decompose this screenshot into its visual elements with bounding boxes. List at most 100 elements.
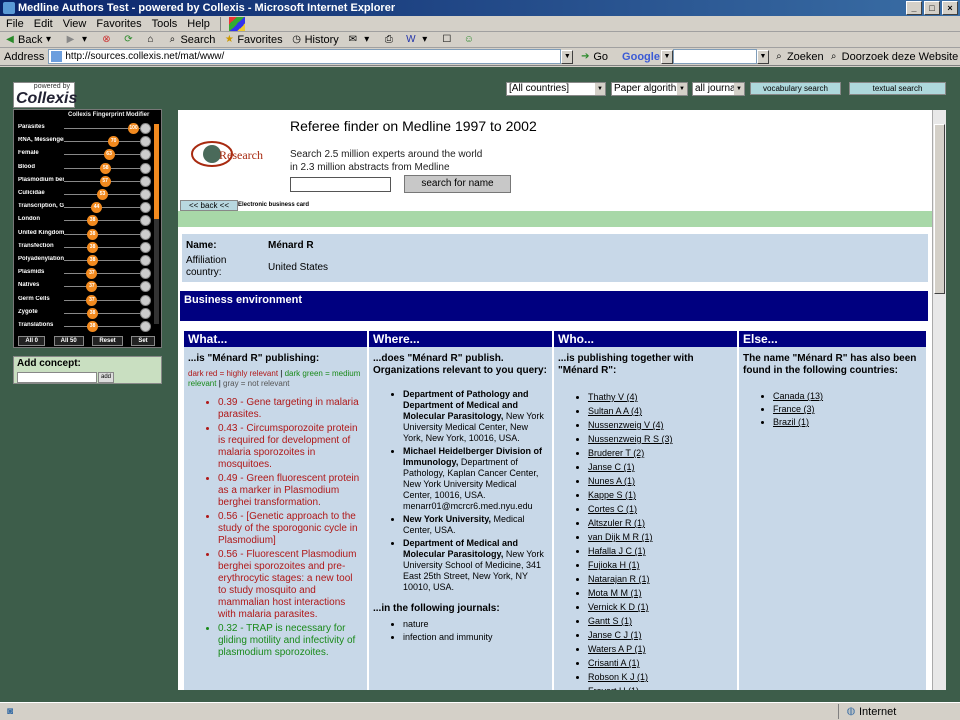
coauthor-link[interactable]: Crisanti A (1) xyxy=(588,658,640,668)
name-search-input[interactable] xyxy=(290,177,391,192)
address-input[interactable]: http://sources.collexis.net/mat/www/ xyxy=(48,49,562,64)
messenger-button[interactable]: ☺ xyxy=(463,34,477,46)
fingerprint-slider-track[interactable] xyxy=(64,233,144,235)
coauthor-link[interactable]: Fujioka H (1) xyxy=(588,560,640,570)
fingerprint-row-toggle[interactable] xyxy=(140,189,151,200)
dropdown-arrow-icon[interactable]: ▾ xyxy=(42,34,54,46)
menu-view[interactable]: View xyxy=(63,18,87,30)
fingerprint-row-toggle[interactable] xyxy=(140,294,151,306)
coauthor-link[interactable]: Natarajan R (1) xyxy=(588,574,650,584)
mail-button[interactable]: ✉ ▾ xyxy=(347,34,375,46)
doorzoek-button[interactable]: ⌕ Doorzoek deze Website xyxy=(828,51,958,63)
fingerprint-slider-knob[interactable]: 70 xyxy=(108,136,120,148)
fingerprint-row-toggle[interactable] xyxy=(140,321,151,332)
fingerprint-row-toggle[interactable] xyxy=(140,175,151,187)
google-dropdown-icon[interactable]: ▼ xyxy=(660,49,673,64)
search-button[interactable]: ⌕ Search xyxy=(166,34,216,46)
google-search-input[interactable] xyxy=(672,49,757,64)
journals-select[interactable]: all journa ▼ xyxy=(692,82,745,96)
zoeken-button[interactable]: ⌕ Zoeken xyxy=(773,51,824,63)
fingerprint-slider-track[interactable] xyxy=(64,220,144,222)
google-input-dropdown-icon[interactable]: ▼ xyxy=(756,49,769,64)
fingerprint-slider-knob[interactable]: 57 xyxy=(99,175,111,187)
fingerprint-slider-knob[interactable]: 37 xyxy=(86,268,98,280)
textual-search-button[interactable]: textual search xyxy=(849,82,946,95)
print-button[interactable]: ⎙ xyxy=(383,34,397,46)
fingerprint-row-toggle[interactable] xyxy=(140,202,151,214)
maximize-button[interactable]: □ xyxy=(924,1,940,15)
search-for-name-button[interactable]: search for name xyxy=(404,175,511,193)
fingerprint-row-toggle[interactable] xyxy=(140,255,151,266)
back-button[interactable]: ◀ Back ▾ xyxy=(4,34,56,46)
fingerprint-row-toggle[interactable] xyxy=(140,215,151,227)
all-50-button[interactable]: All 50 xyxy=(53,336,84,346)
fingerprint-slider-track[interactable] xyxy=(64,141,144,143)
stop-button[interactable]: ⊗ xyxy=(100,34,114,46)
go-button[interactable]: ➔ Go xyxy=(579,51,608,63)
coauthor-link[interactable]: Hafalla J C (1) xyxy=(588,546,646,556)
fingerprint-slider-track[interactable] xyxy=(64,312,144,314)
vocabulary-search-button[interactable]: vocabulary search xyxy=(750,82,841,95)
all-0-button[interactable]: All 0 xyxy=(18,336,45,346)
fingerprint-slider-knob[interactable]: 63 xyxy=(103,149,115,161)
fingerprint-slider-track[interactable] xyxy=(64,286,144,288)
coauthor-link[interactable]: Nussenzweig V (4) xyxy=(588,420,664,430)
menu-edit[interactable]: Edit xyxy=(34,18,53,30)
fingerprint-scroll-thumb[interactable] xyxy=(154,124,159,219)
edit-button[interactable]: W ▾ xyxy=(405,34,433,46)
home-button[interactable]: ⌂ xyxy=(144,34,158,46)
fingerprint-row-toggle[interactable] xyxy=(140,228,151,240)
fingerprint-slider-track[interactable] xyxy=(64,246,144,248)
address-dropdown-icon[interactable]: ▼ xyxy=(561,49,574,64)
dropdown-arrow-icon[interactable]: ▾ xyxy=(419,34,431,46)
fingerprint-row-toggle[interactable] xyxy=(140,241,151,253)
menu-tools[interactable]: Tools xyxy=(152,18,178,30)
fingerprint-slider-knob[interactable]: 37 xyxy=(86,294,98,306)
coauthor-link[interactable]: Vernick K D (1) xyxy=(588,602,649,612)
coauthor-link[interactable]: Nussenzweig R S (3) xyxy=(588,434,673,444)
coauthor-link[interactable]: Frevert U (1) xyxy=(588,686,639,690)
fingerprint-slider-knob[interactable]: 37 xyxy=(86,281,98,293)
coauthor-link[interactable]: Mota M M (1) xyxy=(588,588,642,598)
algorithm-select[interactable]: Paper algorith ▼ xyxy=(611,82,688,96)
fingerprint-slider-knob[interactable]: 38 xyxy=(87,255,99,266)
country-link[interactable]: Canada (13) xyxy=(773,391,823,401)
fingerprint-slider-knob[interactable]: 58 xyxy=(100,162,112,174)
refresh-button[interactable]: ⟳ xyxy=(122,34,136,46)
fingerprint-slider-knob[interactable]: 100 xyxy=(128,123,139,134)
coauthor-link[interactable]: Cortes C (1) xyxy=(588,504,637,514)
discuss-button[interactable]: ☐ xyxy=(441,34,455,46)
dropdown-arrow-icon[interactable]: ▾ xyxy=(78,34,90,46)
minimize-button[interactable]: _ xyxy=(906,1,922,15)
menu-favorites[interactable]: Favorites xyxy=(96,18,141,30)
publication-item[interactable]: 0.32 - TRAP is necessary for gliding mot… xyxy=(218,623,363,659)
coauthor-link[interactable]: Robson K J (1) xyxy=(588,672,648,682)
country-link[interactable]: France (3) xyxy=(773,404,815,414)
fingerprint-slider-knob[interactable]: 38 xyxy=(87,307,99,319)
coauthor-link[interactable]: Bruderer T (2) xyxy=(588,448,644,458)
publication-item[interactable]: 0.56 - [Genetic approach to the study of… xyxy=(218,511,363,547)
publication-item[interactable]: 0.49 - Green fluorescent protein as a ma… xyxy=(218,473,363,509)
favorites-button[interactable]: ★ Favorites xyxy=(223,34,283,46)
publication-item[interactable]: 0.43 - Circumsporozoite protein is requi… xyxy=(218,423,363,471)
fingerprint-slider-knob[interactable]: 38 xyxy=(87,321,99,332)
fingerprint-slider-knob[interactable]: 53 xyxy=(96,189,108,200)
coauthor-link[interactable]: Altszuler R (1) xyxy=(588,518,645,528)
country-select[interactable]: [All countries] ▼ xyxy=(506,82,606,96)
coauthor-link[interactable]: Nunes A (1) xyxy=(588,476,635,486)
fingerprint-row-toggle[interactable] xyxy=(140,281,151,293)
set-button[interactable]: Set xyxy=(131,336,155,346)
fingerprint-slider-track[interactable] xyxy=(64,207,144,209)
fingerprint-slider-knob[interactable]: 38 xyxy=(87,228,99,240)
fingerprint-row-toggle[interactable] xyxy=(140,149,151,161)
fingerprint-slider-knob[interactable]: 38 xyxy=(87,241,99,253)
menu-file[interactable]: File xyxy=(6,18,24,30)
dropdown-arrow-icon[interactable]: ▾ xyxy=(361,34,373,46)
menu-help[interactable]: Help xyxy=(187,18,210,30)
coauthor-link[interactable]: Janse C J (1) xyxy=(588,630,642,640)
fingerprint-slider-knob[interactable]: 38 xyxy=(87,215,99,227)
fingerprint-slider-knob[interactable]: 44 xyxy=(91,202,103,214)
publication-item[interactable]: 0.39 - Gene targeting in malaria parasit… xyxy=(218,397,363,421)
add-concept-input[interactable] xyxy=(17,372,97,383)
main-scrollbar[interactable] xyxy=(932,110,946,690)
